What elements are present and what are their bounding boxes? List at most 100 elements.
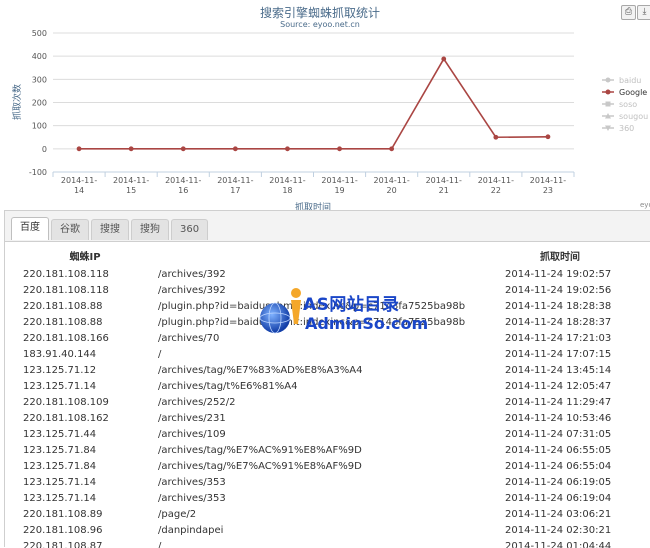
x-tick-label: 2014-11- [61,176,97,185]
legend-item-google[interactable]: Google [619,88,647,97]
table-header: 蜘蛛IP 抓取时间 [5,250,650,266]
cell-path: /danpindapei [158,525,224,536]
x-tick-label: 2014-11- [269,176,305,185]
table-row: 183.91.40.144 / 2014-11-24 17:07:15 [5,347,650,363]
cell-time: 2014-11-24 06:19:04 [505,493,612,504]
cell-ip: 123.125.71.14 [23,477,97,488]
legend-item-baidu[interactable]: baidu [619,76,641,85]
cell-path: /archives/tag/%E7%AC%91%E8%AF%9D [158,445,362,456]
legend-marker [605,77,611,83]
cell-ip: 183.91.40.144 [23,349,97,360]
cell-path: /archives/252/2 [158,397,236,408]
cell-ip: 123.125.71.12 [23,365,97,376]
cell-ip: 220.181.108.88 [23,301,103,312]
column-header-ip: 蜘蛛IP [69,252,101,263]
print-button[interactable]: ⎙ [621,5,636,20]
legend-item-soso[interactable]: soso [619,100,637,109]
cell-time: 2014-11-24 17:21:03 [505,333,612,344]
cell-ip: 220.181.108.166 [23,333,109,344]
y-tick-label: 200 [32,99,47,108]
cell-path: /page/2 [158,509,197,520]
cell-ip: 220.181.108.89 [23,509,103,520]
table-row: 123.125.71.14/archives/tag/t%E6%81%A4 201… [5,379,650,395]
x-tick-label: 2014-11- [217,176,253,185]
x-tick-label: 21 [439,186,449,195]
cell-path: /archives/392 [158,269,226,280]
y-tick-label: 500 [32,29,47,38]
cell-path: / [158,349,162,360]
table-row: 123.125.71.84/archives/tag/%E7%AC%91%E8%… [5,443,650,459]
data-point [493,134,499,140]
tab-panel: 百度 谷歌 搜搜 搜狗 360 蜘蛛IP 抓取时间 220.181.108.118/ar… [4,210,650,548]
cell-path: /archives/tag/%E7%83%AD%E8%A3%A4 [158,365,363,376]
y-tick-label: 100 [32,122,47,131]
x-tick-label: 20 [387,186,397,195]
series-line-google [79,57,548,150]
cell-time: 2014-11-24 07:31:05 [505,429,612,440]
data-point [232,146,238,152]
y-axis-title: 抓取次数 [11,84,23,120]
x-tick-label: 18 [282,186,292,195]
cell-time: 2014-11-24 06:55:05 [505,445,612,456]
tab-3[interactable]: 搜狗 [131,219,169,240]
table-row: 123.125.71.14/archives/353 2014-11-24 06:… [5,475,650,491]
x-tick-label: 2014-11- [321,176,357,185]
cell-time: 2014-11-24 18:28:38 [505,301,612,312]
cell-ip: 220.181.108.162 [23,413,109,424]
cell-time: 2014-11-24 18:28:37 [505,317,612,328]
cell-time: 2014-11-24 19:02:56 [505,285,612,296]
legend-item-sougou[interactable]: sougou [619,112,648,121]
cell-time: 2014-11-24 13:45:14 [505,365,612,376]
table-row: 220.181.108.89/page/2 2014-11-24 03:06:21 [5,507,650,523]
data-point [337,146,342,152]
cell-time: 2014-11-24 19:02:57 [505,269,612,280]
cell-ip: 220.181.108.96 [23,525,103,536]
tab-1[interactable]: 谷歌 [51,219,89,240]
download-button[interactable]: ⤓ [637,5,650,20]
table-row: 123.125.71.12/archives/tag/%E7%83%AD%E8%… [5,363,650,379]
cell-path: /archives/353 [158,493,226,504]
line-chart: -10001002003004005002014-11-142014-11-15… [11,5,650,212]
tab-0[interactable]: 百度 [11,217,49,240]
tab-4[interactable]: 360 [171,219,209,240]
download-icon: ⤓ [642,7,647,17]
cell-time: 2014-11-24 01:04:44 [505,541,612,548]
cell-time: 2014-11-24 17:07:15 [505,349,612,360]
table-row: 123.125.71.14/archives/353 2014-11-24 06:… [5,491,650,507]
cell-path: /archives/tag/t%E6%81%A4 [158,381,298,392]
cell-ip: 220.181.108.118 [23,269,109,280]
chart-panel: -100 0 100 200 300 400 500 2014-11- 14 2014-11- 15… [0,0,650,212]
cell-path: /archives/tag/%E7%AC%91%E8%AF%9D [158,461,362,472]
cell-ip: 123.125.71.44 [23,429,97,440]
x-tick-label: 2014-11- [373,176,409,185]
data-point [545,134,551,140]
x-tick-label: 22 [491,186,501,195]
cell-ip: 220.181.108.88 [23,317,103,328]
legend-marker [605,89,611,95]
spider-table: 蜘蛛IP 抓取时间 220.181.108.118/archives/392 20… [5,241,650,548]
watermark-url: AdminSo.com [305,314,429,333]
x-tick-label: 2014-11- [530,176,566,185]
cell-ip: 123.125.71.14 [23,493,97,504]
tab-2[interactable]: 搜搜 [91,219,129,240]
table-row: 220.181.108.118/archives/392 2014-11-24 1… [5,267,650,283]
table-row: 123.125.71.84/archives/tag/%E7%AC%91%E8%… [5,459,650,475]
cell-path: / [158,541,162,548]
cell-time: 2014-11-24 11:29:47 [505,397,612,408]
cell-time: 2014-11-24 03:06:21 [505,509,612,520]
table-row: 220.181.108.87 / 2014-11-24 01:04:44 [5,539,650,548]
x-tick-label: 2014-11- [478,176,514,185]
y-tick-label: -100 [29,168,47,177]
table-row: 220.181.108.109/archives/252/2 2014-11-24… [5,395,650,411]
cell-path: /archives/231 [158,413,226,424]
chart-credit: eyo [640,201,650,209]
data-point [76,146,82,152]
legend-marker [605,101,611,107]
legend-item-360[interactable]: 360 [619,124,634,133]
table-row: 220.181.108.96/danpindapei 2014-11-24 02:… [5,523,650,539]
cell-time: 2014-11-24 12:05:47 [505,381,612,392]
cell-time: 2014-11-24 10:53:46 [505,413,612,424]
watermark-logo: AS网站目录 AdminSo.com [255,284,429,340]
table-row: 123.125.71.44/archives/109 2014-11-24 07:… [5,427,650,443]
x-tick-label: 19 [334,186,344,195]
